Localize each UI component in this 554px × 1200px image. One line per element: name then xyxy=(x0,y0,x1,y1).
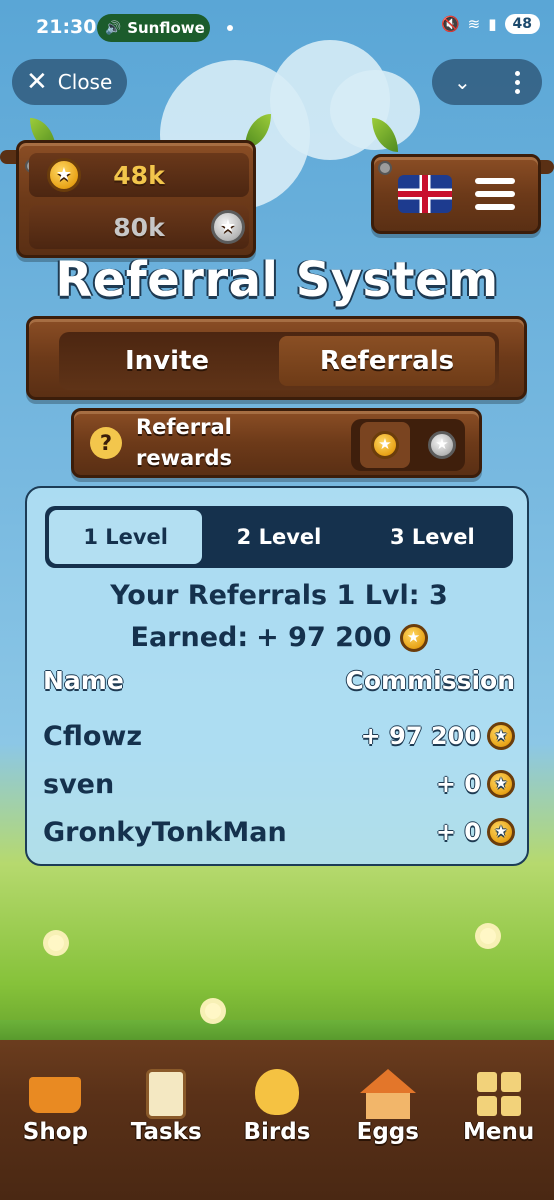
referral-name: Cflowz xyxy=(43,720,143,752)
referral-commission: + 0 ★ xyxy=(436,818,515,846)
balance-panel: ★ 48k 80k ★ xyxy=(16,140,256,258)
currency-toggle: ★ ★ xyxy=(351,419,465,471)
gold-coin-icon: ★ xyxy=(487,722,515,750)
help-icon[interactable]: ? xyxy=(90,427,122,459)
column-name: Name xyxy=(43,666,124,695)
language-menu-panel xyxy=(371,154,541,234)
house-icon xyxy=(359,1069,416,1119)
referral-commission: + 0 ★ xyxy=(436,770,515,798)
column-commission: Commission xyxy=(345,666,516,695)
hamburger-menu-icon[interactable] xyxy=(474,178,515,210)
nav-label: Tasks xyxy=(130,1119,202,1145)
media-indicator[interactable]: 🔊 Sunflowe xyxy=(97,14,210,42)
tab-referrals[interactable]: Referrals xyxy=(279,336,495,386)
commission-value: + 0 xyxy=(435,818,481,846)
cart-icon xyxy=(28,1069,82,1119)
close-button[interactable]: ✕ Close xyxy=(12,59,127,105)
table-row: Cflowz + 97 200 ★ xyxy=(43,716,515,756)
status-time: 21:30 xyxy=(36,16,97,38)
flower-decoration xyxy=(48,935,64,951)
referral-name: GronkyTonkMan xyxy=(43,816,287,848)
silver-balance-value: 80k xyxy=(113,212,165,242)
more-options-icon[interactable] xyxy=(514,70,520,94)
main-tabs: Invite Referrals xyxy=(59,332,499,390)
mute-icon: 🔇 xyxy=(440,15,460,33)
chick-icon xyxy=(250,1069,304,1119)
rewards-label-line1: Referral xyxy=(136,415,232,439)
system-icons: 🔇 ≋ ▮ 48 xyxy=(441,14,540,34)
silver-coin-icon: ★ xyxy=(211,210,245,244)
referral-rewards-panel: ? Referral rewards ★ ★ xyxy=(71,408,482,478)
gold-balance-value: 48k xyxy=(113,160,165,190)
gold-coin-icon: ★ xyxy=(47,158,81,192)
flower-decoration xyxy=(205,1003,221,1019)
tab-level-1[interactable]: 1 Level xyxy=(49,510,203,564)
table-row: sven + 0 ★ xyxy=(43,764,515,804)
referrals-card: 1 Level 2 Level 3 Level Your Referrals 1… xyxy=(25,486,529,866)
cloud-decoration xyxy=(330,70,420,150)
table-header: Name Commission xyxy=(43,666,515,695)
speaker-icon: 🔊 xyxy=(105,20,122,36)
earned-summary: Earned: + 97 200 ★ xyxy=(27,622,531,653)
screw-icon xyxy=(378,161,392,175)
gold-currency-option[interactable]: ★ xyxy=(360,422,410,468)
nav-label: Eggs xyxy=(356,1119,419,1145)
window-controls: ⌄ xyxy=(432,59,542,105)
referral-name: sven xyxy=(43,768,115,800)
clipboard-icon xyxy=(139,1069,193,1119)
main-tabs-panel: Invite Referrals xyxy=(26,316,527,400)
nav-tasks[interactable]: Tasks xyxy=(116,1069,216,1145)
gold-coin-icon: ★ xyxy=(487,818,515,846)
nav-label: Birds xyxy=(243,1119,311,1145)
earned-value: + 97 200 xyxy=(256,622,392,653)
page-title: Referral System xyxy=(55,252,499,308)
chevron-down-icon[interactable]: ⌄ xyxy=(454,70,471,94)
nav-eggs[interactable]: Eggs xyxy=(338,1069,438,1145)
commission-value: + 97 200 xyxy=(360,722,481,750)
wifi-icon: ≋ xyxy=(467,15,481,33)
table-row: GronkyTonkMan + 0 ★ xyxy=(43,812,515,852)
nav-label: Shop xyxy=(22,1119,88,1145)
bottom-navigation: Shop Tasks Birds Eggs Menu xyxy=(0,1055,554,1145)
nav-label: Menu xyxy=(462,1119,535,1145)
tab-level-2[interactable]: 2 Level xyxy=(202,510,355,564)
nav-shop[interactable]: Shop xyxy=(5,1069,105,1145)
flower-decoration xyxy=(480,928,496,944)
rewards-label-line2: rewards xyxy=(136,446,233,470)
referral-commission: + 97 200 ★ xyxy=(361,722,515,750)
battery-indicator: 48 xyxy=(504,14,540,34)
earned-label: Earned: xyxy=(130,622,249,653)
level-tabs: 1 Level 2 Level 3 Level xyxy=(45,506,513,568)
gold-coin-icon: ★ xyxy=(487,770,515,798)
grid-icon xyxy=(472,1069,526,1119)
close-icon: ✕ xyxy=(26,67,48,97)
referral-count: Your Referrals 1 Lvl: 3 xyxy=(110,580,448,611)
silver-currency-option[interactable]: ★ xyxy=(428,431,456,459)
uk-flag-icon[interactable] xyxy=(397,175,452,213)
silver-balance: 80k ★ xyxy=(29,205,249,249)
referral-rewards-label: Referral rewards xyxy=(136,412,232,474)
nav-menu[interactable]: Menu xyxy=(449,1069,549,1145)
close-label: Close xyxy=(57,70,113,94)
tab-level-3[interactable]: 3 Level xyxy=(356,510,509,564)
tab-invite[interactable]: Invite xyxy=(59,332,275,390)
gold-coin-icon: ★ xyxy=(399,623,428,652)
gold-balance: ★ 48k xyxy=(29,153,249,197)
commission-value: + 0 xyxy=(435,770,481,798)
gold-coin-icon: ★ xyxy=(371,431,399,459)
status-bar: 21:30 🔊 Sunflowe 🔇 ≋ ▮ 48 xyxy=(0,0,554,56)
nav-birds[interactable]: Birds xyxy=(227,1069,327,1145)
notification-dot xyxy=(227,25,233,31)
media-label: Sunflowe xyxy=(127,19,205,37)
signal-icon: ▮ xyxy=(488,15,497,33)
